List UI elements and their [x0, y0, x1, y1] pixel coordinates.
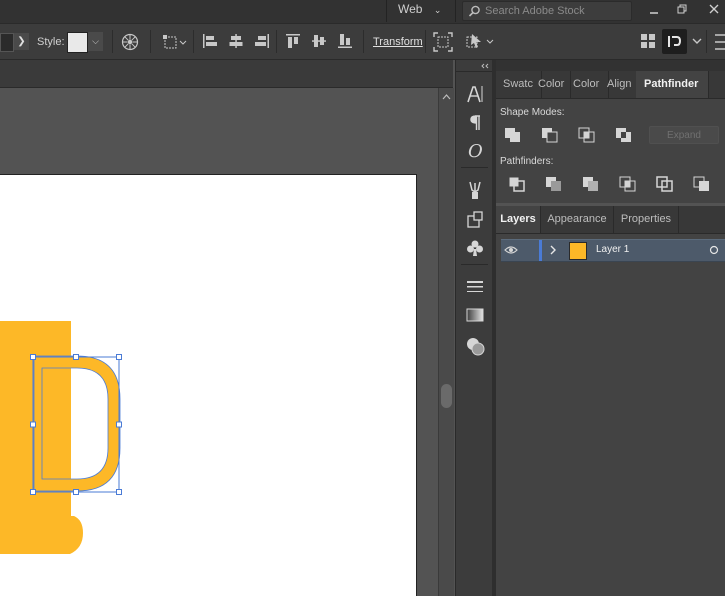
pathfinder-panel-tabs: Swatc Color Color Align Pathfinder	[496, 71, 725, 99]
collapsed-panel-icons: O	[455, 60, 494, 596]
paragraph-icon[interactable]	[468, 114, 482, 132]
align-horizontal-center-icon[interactable]	[228, 33, 244, 49]
workspace-switcher[interactable]: Web ⌄	[398, 2, 441, 16]
transparency-icon[interactable]	[466, 337, 485, 356]
divider	[425, 30, 426, 53]
bounding-handle	[30, 354, 36, 360]
scroll-thumb[interactable]	[441, 384, 452, 408]
merge-icon[interactable]	[581, 175, 601, 193]
divider	[112, 30, 113, 53]
bounding-handle	[73, 489, 79, 495]
transform-link[interactable]: Transform	[373, 36, 423, 48]
layers-panel: Layers Appearance Properties Layer 1	[496, 206, 725, 596]
isolate-selected-icon[interactable]	[433, 32, 453, 52]
document-tab-strip	[0, 60, 453, 88]
target-circle-icon[interactable]	[709, 245, 719, 255]
divider	[363, 30, 364, 53]
chevron-right-icon[interactable]: ❯	[14, 33, 29, 50]
chevron-down-icon[interactable]: ⌵	[88, 32, 103, 51]
intersect-icon[interactable]	[577, 126, 597, 144]
snap-to-pixel-button[interactable]	[662, 29, 687, 54]
character-icon[interactable]	[466, 85, 484, 103]
chevron-down-icon: ⌄	[433, 5, 442, 15]
tab-properties[interactable]: Properties	[614, 206, 679, 233]
artwork[interactable]	[0, 88, 438, 596]
control-bar: ❯ Style: ⌵ Transform	[0, 24, 725, 60]
expand-button[interactable]: Expand	[649, 126, 719, 144]
trim-icon[interactable]	[544, 175, 564, 193]
more-options-icon[interactable]	[713, 32, 725, 52]
search-input[interactable]	[485, 3, 625, 18]
divider	[276, 30, 277, 53]
divider	[386, 0, 387, 22]
layer-row[interactable]: Layer 1	[501, 239, 725, 262]
bounding-handle	[116, 489, 122, 495]
divide-icon[interactable]	[507, 175, 527, 193]
close-button[interactable]	[703, 0, 725, 20]
bounding-handle	[30, 489, 36, 495]
unite-icon[interactable]	[503, 126, 523, 144]
exclude-icon[interactable]	[614, 126, 634, 144]
align-bottom-icon[interactable]	[337, 33, 353, 49]
minus-front-icon[interactable]	[540, 126, 560, 144]
align-to-selection-icon[interactable]	[161, 33, 187, 51]
tab-appearance[interactable]: Appearance	[541, 206, 614, 233]
stroke-weight-field[interactable]	[0, 33, 14, 52]
minimize-icon	[650, 12, 658, 14]
divider	[193, 30, 194, 53]
tab-pathfinder[interactable]: Pathfinder	[636, 71, 709, 98]
panel-dock-header	[496, 60, 725, 71]
brushes-icon[interactable]	[466, 180, 484, 200]
snap-icon	[668, 36, 682, 47]
layer-thumbnail	[569, 242, 587, 260]
crop-icon[interactable]	[618, 175, 638, 193]
align-right-icon[interactable]	[254, 33, 270, 49]
layers-panel-tabs: Layers Appearance Properties	[496, 206, 725, 234]
align-top-icon[interactable]	[285, 33, 301, 49]
chevron-right-icon[interactable]	[549, 244, 557, 256]
minus-back-icon[interactable]	[692, 175, 712, 193]
chevron-down-icon[interactable]	[692, 35, 702, 47]
collapse-arrows-icon[interactable]	[480, 63, 490, 69]
search-icon	[468, 5, 480, 17]
divider	[150, 30, 151, 53]
outline-icon[interactable]	[655, 175, 675, 193]
restore-icon	[677, 4, 686, 14]
bounding-handle	[30, 421, 36, 428]
opentype-icon[interactable]: O	[468, 141, 483, 162]
club-icon[interactable]	[466, 239, 484, 257]
workspace-label: Web	[398, 2, 423, 16]
symbols-icon[interactable]	[466, 211, 484, 229]
layer-name[interactable]: Layer 1	[596, 244, 629, 255]
divider	[455, 0, 456, 22]
minimize-button[interactable]	[643, 0, 665, 20]
align-vertical-center-icon[interactable]	[311, 33, 327, 49]
eye-icon[interactable]	[504, 244, 518, 256]
recolor-artwork-icon[interactable]	[121, 33, 139, 51]
application-bar: Web ⌄	[0, 0, 725, 24]
restore-button[interactable]	[671, 0, 693, 20]
align-left-icon[interactable]	[202, 33, 218, 49]
bounding-handle	[116, 421, 122, 428]
pathfinder-panel: Swatc Color Color Align Pathfinder Shape…	[496, 71, 725, 203]
bounding-handle	[116, 354, 122, 360]
layer-color-strip	[539, 240, 542, 261]
edit-selected-icon[interactable]	[464, 32, 496, 52]
stroke-icon[interactable]	[466, 280, 484, 294]
search-adobe-stock-field[interactable]	[462, 1, 632, 21]
bounding-handle	[73, 354, 79, 360]
gradient-icon[interactable]	[466, 308, 484, 322]
close-icon	[709, 4, 719, 14]
shape-modes-label: Shape Modes:	[500, 107, 565, 118]
grid-icon[interactable]	[640, 33, 656, 49]
scroll-up-icon[interactable]	[442, 93, 451, 100]
pathfinders-label: Pathfinders:	[500, 156, 554, 167]
tab-layers[interactable]: Layers	[496, 206, 541, 233]
style-label: Style:	[37, 36, 65, 48]
vertical-scrollbar[interactable]	[438, 88, 454, 596]
divider	[706, 30, 707, 53]
graphic-style-swatch[interactable]	[67, 32, 88, 53]
canvas-area[interactable]	[0, 88, 438, 596]
